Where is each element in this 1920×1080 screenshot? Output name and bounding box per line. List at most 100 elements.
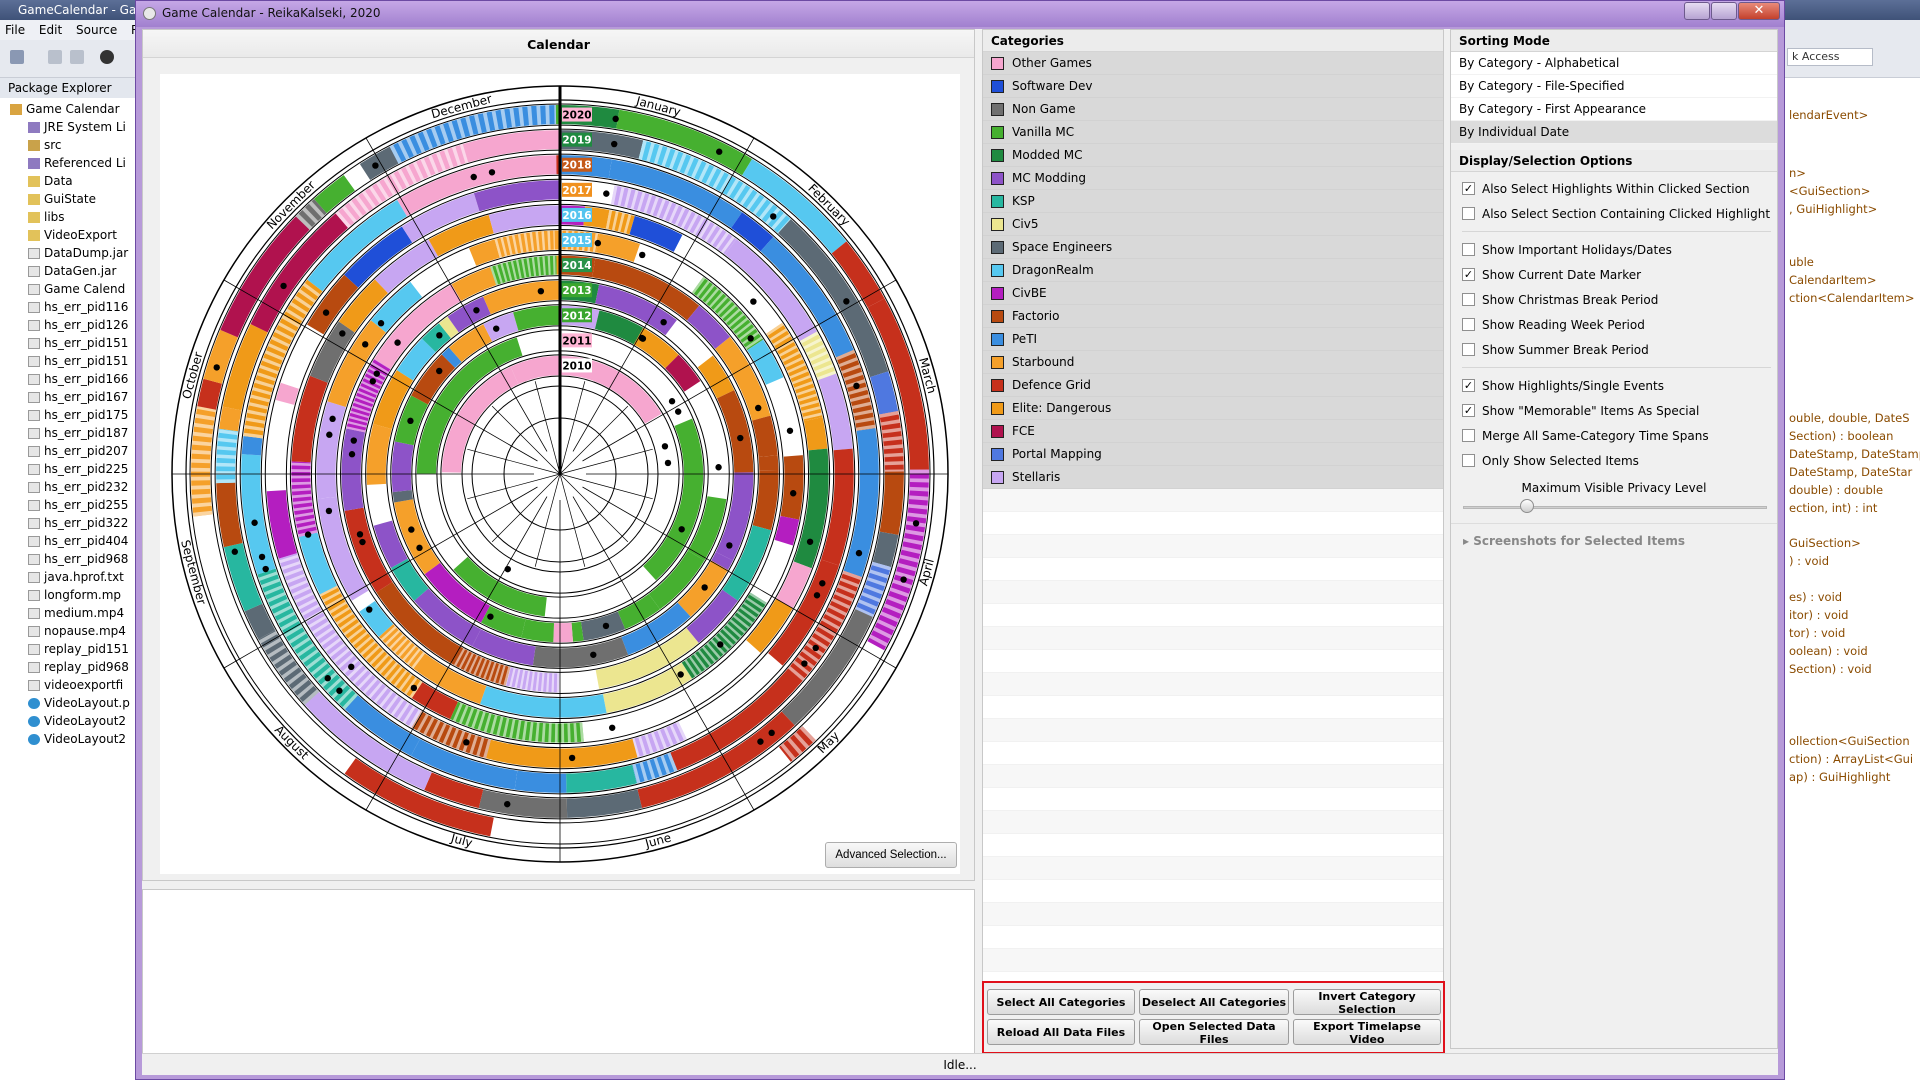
minimize-button[interactable] [1684,2,1710,20]
highlight-event-dot[interactable] [416,544,423,552]
highlight-event-dot[interactable] [639,251,646,259]
tree-item[interactable]: longform.mp [0,586,136,604]
tree-item[interactable]: VideoLayout.p [0,694,136,712]
slider-thumb[interactable] [1519,499,1534,513]
tree-item[interactable]: JRE System Li [0,118,136,136]
open-selected-data-files-button[interactable]: Open Selected Data Files [1139,1019,1289,1046]
calendar-stripe[interactable] [909,478,929,483]
highlight-event-dot[interactable] [674,408,682,415]
tree-item[interactable]: Data [0,172,136,190]
category-item[interactable]: MC Modding [983,167,1443,190]
outline-member[interactable]: double) : double [1789,483,1883,497]
category-item[interactable]: Factorio [983,305,1443,328]
highlight-event-dot[interactable] [603,190,610,197]
outline-member[interactable]: CalendarItem> [1789,273,1877,287]
outline-member[interactable]: tor) : void [1789,626,1845,640]
debug-icon[interactable] [100,50,114,64]
highlight-event-dot[interactable] [407,417,414,425]
highlight-event-dot[interactable] [612,115,619,123]
calendar-segment[interactable] [553,622,574,643]
highlight-event-dot[interactable] [258,553,266,561]
outline-member[interactable]: ction) : ArrayList<Gui [1789,752,1913,766]
highlight-event-dot[interactable] [790,490,797,497]
calendar-segment[interactable] [758,455,779,471]
category-item[interactable]: Software Dev [983,75,1443,98]
tree-item[interactable]: VideoLayout2 [0,730,136,748]
highlight-event-dot[interactable] [678,526,685,533]
outline-member[interactable]: GuiSection> [1789,536,1861,550]
save-all-icon[interactable] [70,50,84,64]
highlight-event-dot[interactable] [436,367,443,375]
deselect-all-categories-button[interactable]: Deselect All Categories [1139,989,1289,1015]
quick-access-input[interactable]: k Access [1787,48,1873,66]
option-checkbox-row[interactable]: ✓ Show Current Date Marker [1451,262,1777,287]
tree-item[interactable]: java.hprof.txt [0,568,136,586]
highlight-event-dot[interactable] [487,613,494,620]
checkbox-unchecked[interactable] [1462,429,1475,442]
menu-file[interactable]: File [5,23,25,37]
tree-item[interactable]: hs_err_pid151 [0,352,136,370]
close-button[interactable]: ✕ [1738,2,1780,20]
sorting-mode-item[interactable]: By Category - File-Specified [1451,75,1777,98]
highlight-event-dot[interactable] [750,298,757,305]
highlight-event-dot[interactable] [280,282,287,290]
highlight-event-dot[interactable] [639,335,647,342]
highlight-event-dot[interactable] [366,606,373,613]
highlight-event-dot[interactable] [813,592,821,599]
checkbox-unchecked[interactable] [1462,293,1475,306]
tree-item[interactable]: videoexportfi [0,676,136,694]
highlight-event-dot[interactable] [473,307,480,314]
highlight-event-dot[interactable] [436,332,443,339]
tree-item[interactable]: DataDump.jar [0,244,136,262]
select-all-categories-button[interactable]: Select All Categories [987,989,1135,1015]
outline-member[interactable]: , GuiHighlight> [1789,202,1877,216]
highlight-event-dot[interactable] [737,434,744,442]
calendar-stripe[interactable] [545,105,550,125]
category-item[interactable]: Space Engineers [983,236,1443,259]
highlight-event-dot[interactable] [336,687,343,694]
highlight-event-dot[interactable] [900,576,907,583]
tree-item[interactable]: hs_err_pid404 [0,532,136,550]
outline-member[interactable]: n> [1789,166,1806,180]
highlight-event-dot[interactable] [329,415,336,423]
option-checkbox-row[interactable]: Show Summer Break Period [1451,337,1777,362]
outline-member[interactable]: ap) : GuiHighlight [1789,770,1890,784]
tree-item[interactable]: hs_err_pid207 [0,442,136,460]
package-explorer-tab[interactable]: Package Explorer [0,78,140,98]
highlight-event-dot[interactable] [394,339,401,346]
option-checkbox-row[interactable]: ✓ Also Select Highlights Within Clicked S… [1451,176,1777,201]
outline-member[interactable]: oolean) : void [1789,644,1868,658]
highlight-event-dot[interactable] [855,549,863,557]
highlight-event-dot[interactable] [668,398,676,405]
option-checkbox-row[interactable]: Merge All Same-Category Time Spans [1451,423,1777,448]
sorting-mode-item[interactable]: By Category - Alphabetical [1451,52,1777,75]
calendar-segment[interactable] [514,770,567,793]
checkbox-unchecked[interactable] [1462,243,1475,256]
outline-member[interactable]: Section) : void [1789,662,1872,676]
tree-item[interactable]: hs_err_pid175 [0,406,136,424]
calendar-segment[interactable] [241,436,263,456]
highlight-event-dot[interactable] [231,548,238,555]
outline-member[interactable]: ollection<GuiSection [1789,734,1910,748]
tree-item[interactable]: replay_pid151 [0,640,136,658]
export-timelapse-video-button[interactable]: Export Timelapse Video [1293,1019,1441,1046]
highlight-event-dot[interactable] [611,140,618,148]
tree-item[interactable]: hs_err_pid255 [0,496,136,514]
checkbox-checked[interactable]: ✓ [1462,182,1475,195]
outline-member[interactable]: es) : void [1789,590,1842,604]
tree-item[interactable]: hs_err_pid187 [0,424,136,442]
highlight-event-dot[interactable] [339,330,346,337]
highlight-event-dot[interactable] [504,800,511,808]
option-checkbox-row[interactable]: ✓ Show "Memorable" Items As Special [1451,398,1777,423]
tree-item[interactable]: DataGen.jar [0,262,136,280]
option-checkbox-row[interactable]: Show Christmas Break Period [1451,287,1777,312]
tree-item[interactable]: hs_err_pid166 [0,370,136,388]
highlight-event-dot[interactable] [377,320,385,327]
calendar-stripe[interactable] [191,476,211,481]
calendar-stripe[interactable] [909,469,929,474]
highlight-event-dot[interactable] [747,335,754,342]
checkbox-checked[interactable]: ✓ [1462,268,1475,281]
highlight-event-dot[interactable] [325,507,333,515]
calendar-stripe[interactable] [884,461,904,466]
category-item[interactable]: Civ5 [983,213,1443,236]
